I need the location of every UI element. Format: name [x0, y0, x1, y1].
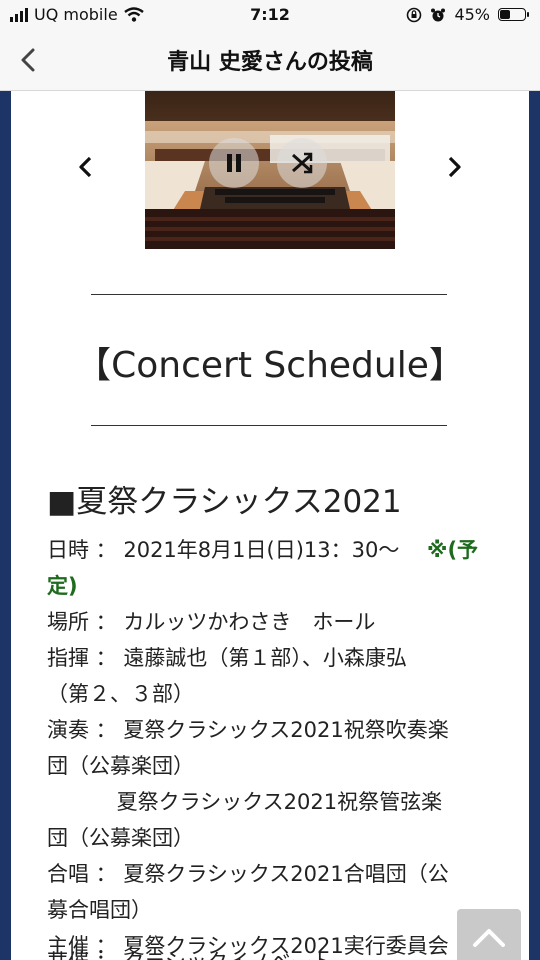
slideshow-pause-button[interactable] — [209, 138, 259, 188]
chevron-right-icon — [448, 156, 461, 178]
chevron-up-icon — [473, 929, 505, 947]
page-title: 青山 史愛さんの投稿 — [167, 50, 373, 75]
event-date: 日時 ： 2021年8月1日(日)13：30～ — [47, 538, 421, 562]
pause-icon — [227, 154, 241, 172]
slideshow-shuffle-button[interactable] — [277, 138, 327, 188]
page-frame-right — [529, 91, 540, 960]
chevron-left-icon — [21, 48, 35, 72]
event-date-tentative: 定) — [47, 574, 78, 598]
event-performers-2: 夏祭クラシックス2021祝祭管弦楽 — [47, 790, 443, 814]
event-date-line: 日時 ： 2021年8月1日(日)13：30～ ※(予 — [47, 532, 478, 568]
slideshow-next-button[interactable] — [439, 147, 469, 187]
section-title: 【Concert Schedule】 — [75, 345, 465, 386]
nav-header: 青山 史愛さんの投稿 — [0, 30, 540, 91]
battery-icon — [498, 8, 529, 21]
page-frame-left — [0, 91, 11, 960]
event-conductor-cont: （第２、３部） — [47, 682, 194, 706]
event-date-tentative-mark: ※(予 — [427, 538, 479, 562]
battery-percent: 45% — [454, 5, 490, 24]
scroll-to-top-button[interactable] — [457, 909, 521, 960]
battery-level — [500, 10, 510, 19]
event-title: ■夏祭クラシックス2021 — [47, 484, 402, 520]
event-choir-cont: 募合唱団） — [47, 898, 152, 922]
event-cosponsor: 共催 ： クラシックイノベート — [47, 944, 333, 960]
status-right: 45% — [406, 5, 529, 24]
concert-hall-image — [145, 91, 395, 249]
back-button[interactable] — [10, 40, 50, 80]
event-conductor: 指揮 ： 遠藤誠也（第１部）、小森康弘 — [47, 646, 407, 670]
divider-top — [91, 294, 447, 295]
orientation-lock-icon — [407, 7, 422, 22]
status-bar: UQ mobile 7:12 45% — [0, 0, 540, 30]
divider-bottom — [91, 425, 447, 426]
concert-hall-photo[interactable] — [145, 91, 395, 249]
chevron-left-icon — [79, 156, 92, 178]
event-performers-cont: 団（公募楽団） — [47, 754, 194, 778]
event-performers: 演奏 ： 夏祭クラシックス2021祝祭吹奏楽 — [47, 718, 449, 742]
post-content[interactable]: 【Concert Schedule】 ■夏祭クラシックス2021 日時 ： 20… — [11, 91, 529, 960]
slideshow-prev-button[interactable] — [71, 147, 101, 187]
alarm-icon — [431, 8, 446, 21]
event-choir: 合唱 ： 夏祭クラシックス2021合唱団（公 — [47, 862, 449, 886]
event-venue: 場所 ： カルッツかわさき ホール — [47, 610, 376, 634]
event-performers-2-cont: 団（公募楽団） — [47, 826, 194, 850]
shuffle-icon — [292, 152, 313, 174]
